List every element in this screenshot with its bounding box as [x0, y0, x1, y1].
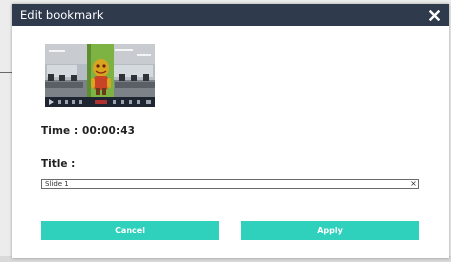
apply-button[interactable]: Apply: [241, 221, 419, 240]
title-field: ×: [41, 179, 419, 189]
dialog-titlebar: Edit bookmark: [12, 4, 449, 26]
title-field-label: Title :: [41, 158, 76, 170]
edit-bookmark-dialog: Edit bookmark Time: 00:00:43 Title: Sl…: [12, 4, 449, 258]
bookmark-thumbnail: [45, 44, 155, 107]
close-icon: [428, 9, 440, 21]
clear-icon[interactable]: ×: [409, 179, 418, 189]
bookmark-time: Time : 00:00:43: [41, 125, 136, 137]
close-button[interactable]: [424, 5, 444, 25]
cancel-button[interactable]: Cancel: [41, 221, 219, 240]
dialog-title: Edit bookmark: [20, 8, 104, 22]
title-input[interactable]: [45, 180, 405, 188]
video-thumbnail-image: [45, 44, 155, 107]
